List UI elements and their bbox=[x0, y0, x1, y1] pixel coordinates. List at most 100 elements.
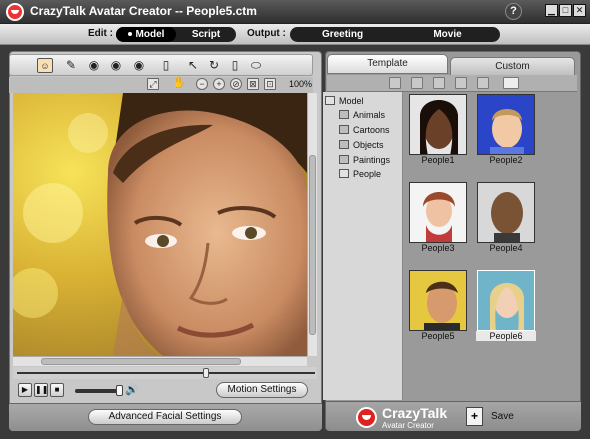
folder-icon bbox=[339, 110, 349, 119]
timeline-slider[interactable] bbox=[13, 367, 317, 379]
portrait-icon bbox=[410, 271, 466, 330]
mode-script-button[interactable]: Script bbox=[176, 27, 236, 42]
edit-label: Edit : bbox=[88, 28, 113, 39]
motion-settings-button[interactable]: Motion Settings bbox=[216, 382, 308, 398]
oval-icon[interactable]: ⬭ bbox=[248, 58, 264, 73]
mode-model-button[interactable]: Model bbox=[116, 27, 176, 42]
zoom-in-icon[interactable]: + bbox=[213, 78, 225, 90]
brand-bar: CrazyTalk Avatar Creator + Save bbox=[326, 401, 581, 431]
crazytalk-logo-icon bbox=[6, 3, 24, 21]
title-bar: CrazyTalk Avatar Creator -- People5.ctm … bbox=[0, 0, 590, 24]
view-strip: ⤢ ✋ − + ⊘ ⊠ ⊡ 100% bbox=[9, 77, 313, 93]
mask-icon[interactable]: ✎ bbox=[63, 58, 79, 73]
mode-model-label: Model bbox=[135, 29, 165, 40]
avatar-photo-canvas[interactable] bbox=[13, 93, 307, 356]
tree-item-animals[interactable]: Animals bbox=[339, 108, 385, 122]
tree-item-cartoons[interactable]: Cartoons bbox=[339, 123, 390, 137]
thumb-people1[interactable] bbox=[409, 94, 467, 155]
horizontal-scroll-thumb[interactable] bbox=[41, 358, 241, 365]
rotate-icon[interactable]: ↻ bbox=[206, 58, 222, 73]
save-icon[interactable]: + bbox=[466, 407, 483, 426]
copy-icon[interactable] bbox=[433, 77, 445, 89]
eye-settings-icon[interactable]: ◉ bbox=[86, 58, 102, 73]
volume-knob[interactable] bbox=[116, 385, 123, 396]
thumb-label: People5 bbox=[421, 331, 455, 341]
template-grid: People1 People2 People3 People4 People5 … bbox=[403, 92, 577, 400]
stop-button[interactable]: ■ bbox=[50, 383, 64, 397]
tree-label: Objects bbox=[353, 140, 384, 150]
folder-icon bbox=[339, 140, 349, 149]
portrait-icon bbox=[410, 95, 466, 154]
output-greeting-button[interactable]: Greeting bbox=[290, 27, 395, 42]
folder-open-icon[interactable] bbox=[389, 77, 401, 89]
maximize-button[interactable]: □ bbox=[559, 4, 572, 17]
profile-icon[interactable]: ▯ bbox=[158, 58, 174, 73]
window-title: CrazyTalk Avatar Creator -- People5.ctm bbox=[30, 4, 257, 18]
minimize-button[interactable]: ▁ bbox=[545, 4, 558, 17]
tree-label: Cartoons bbox=[353, 125, 390, 135]
playback-controls: ▶ ❚❚ ■ 🔊 Motion Settings bbox=[13, 382, 317, 400]
zoom-out-icon[interactable]: − bbox=[196, 78, 208, 90]
eye-left-icon[interactable]: ◉ bbox=[108, 58, 124, 73]
brand-subtitle: Avatar Creator bbox=[382, 421, 434, 430]
thumb-people5[interactable] bbox=[409, 270, 467, 331]
advanced-bar: Advanced Facial Settings bbox=[9, 403, 322, 431]
vertical-scrollbar[interactable] bbox=[307, 93, 317, 356]
edit-mode-group: Model Script bbox=[116, 27, 236, 42]
tree-item-paintings[interactable]: Paintings bbox=[339, 153, 390, 167]
face-fitting-icon[interactable]: ☺ bbox=[37, 58, 53, 73]
close-button[interactable]: ✕ bbox=[573, 4, 586, 17]
tree-label: Paintings bbox=[353, 155, 391, 165]
folder-icon bbox=[339, 169, 349, 178]
folder-icon bbox=[339, 125, 349, 134]
fit-icon[interactable]: ⤢ bbox=[147, 78, 159, 90]
view-mode-icon[interactable] bbox=[503, 77, 519, 89]
fit-window-icon[interactable]: ⊠ bbox=[247, 78, 259, 90]
tool-strip: ☺ ✎ ◉ ◉ ◉ ▯ ↖ ↻ ▯ ⬭ bbox=[9, 54, 313, 76]
thumb-people4[interactable] bbox=[477, 182, 535, 243]
hand-pan-icon[interactable]: ✋ bbox=[172, 78, 186, 90]
speaker-icon: 🔊 bbox=[125, 384, 139, 396]
folder-icon bbox=[339, 155, 349, 164]
page-icon[interactable]: ▯ bbox=[227, 58, 243, 73]
portrait-icon bbox=[478, 95, 534, 154]
tab-custom[interactable]: Custom bbox=[450, 57, 575, 77]
actual-size-icon[interactable]: ⊡ bbox=[264, 78, 276, 90]
tree-label: Animals bbox=[353, 110, 386, 120]
select-arrow-icon[interactable]: ↖ bbox=[185, 58, 201, 73]
thumb-label: People4 bbox=[489, 243, 523, 253]
thumb-people2[interactable] bbox=[477, 94, 535, 155]
thumb-people3[interactable] bbox=[409, 182, 467, 243]
thumb-people6[interactable] bbox=[477, 270, 535, 331]
mode-bar: Edit : Model Script Output : Greeting Mo… bbox=[0, 24, 590, 45]
portrait-icon bbox=[478, 183, 534, 242]
tab-template[interactable]: Template bbox=[327, 54, 448, 74]
timeline-track bbox=[17, 372, 315, 374]
tree-item-objects[interactable]: Objects bbox=[339, 138, 384, 152]
advanced-facial-settings-button[interactable]: Advanced Facial Settings bbox=[88, 409, 242, 425]
help-button[interactable]: ? bbox=[505, 3, 522, 20]
zoom-level: 100% bbox=[289, 79, 313, 89]
thumb-label-selected: People6 bbox=[476, 331, 536, 341]
output-movie-button[interactable]: Movie bbox=[395, 27, 500, 42]
folder-icon bbox=[325, 96, 335, 105]
category-tree: Model Animals Cartoons Objects Paintings… bbox=[323, 92, 403, 400]
pause-button[interactable]: ❚❚ bbox=[34, 383, 48, 397]
eye-right-icon[interactable]: ◉ bbox=[131, 58, 147, 73]
tree-label: People bbox=[353, 169, 382, 179]
vertical-scroll-thumb[interactable] bbox=[309, 155, 316, 335]
reset-icon[interactable]: ⊘ bbox=[230, 78, 242, 90]
delete-icon[interactable] bbox=[477, 77, 489, 89]
brand-name: CrazyTalk bbox=[382, 405, 448, 421]
save-button[interactable]: Save bbox=[491, 411, 514, 422]
timeline-knob[interactable] bbox=[203, 368, 209, 378]
thumb-label: People3 bbox=[421, 243, 455, 253]
output-label: Output : bbox=[247, 28, 286, 39]
horizontal-scrollbar[interactable] bbox=[13, 356, 307, 366]
thumb-label: People2 bbox=[489, 155, 523, 165]
paste-icon[interactable] bbox=[455, 77, 467, 89]
tree-item-people[interactable]: People bbox=[339, 167, 381, 181]
add-icon[interactable] bbox=[411, 77, 423, 89]
play-button[interactable]: ▶ bbox=[18, 383, 32, 397]
tree-item-model[interactable]: Model bbox=[325, 94, 364, 108]
